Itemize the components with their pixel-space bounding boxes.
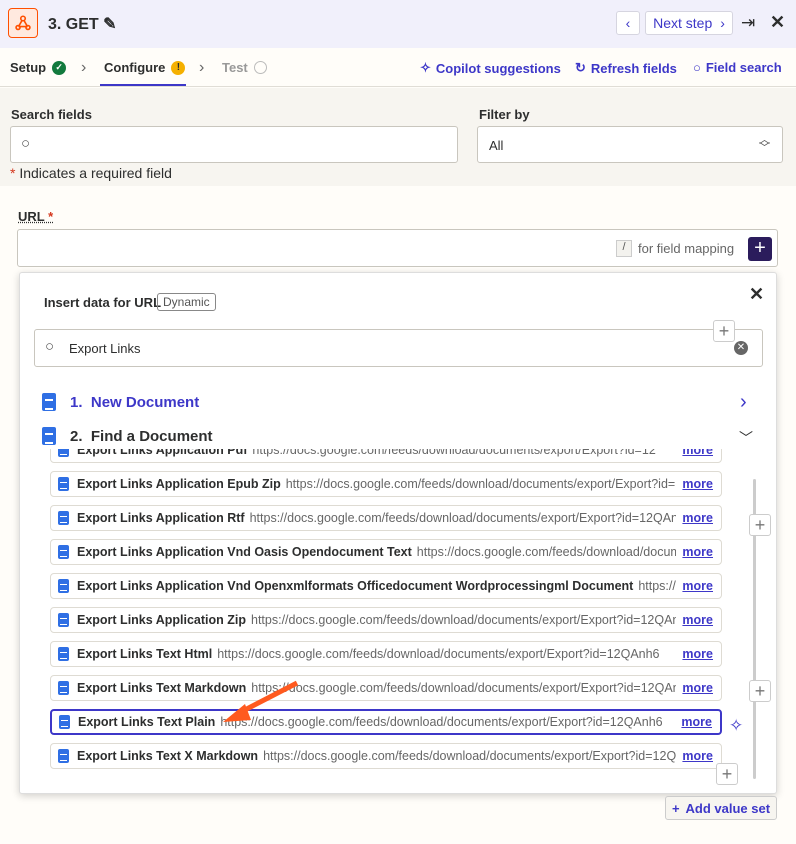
- search-icon: ○: [21, 135, 31, 152]
- chevron-right-icon: ›: [81, 59, 87, 76]
- tab-configure[interactable]: Configure!: [104, 60, 186, 75]
- more-link[interactable]: more: [682, 477, 713, 491]
- google-docs-icon: [59, 715, 70, 729]
- data-item-row[interactable]: Export Links Text Markdown https://docs.g…: [50, 675, 722, 701]
- chevron-down-icon[interactable]: ﹀: [739, 428, 753, 448]
- google-docs-icon: [42, 393, 56, 411]
- url-label: URL *: [18, 209, 54, 224]
- more-link[interactable]: more: [681, 715, 712, 729]
- data-item-row[interactable]: Export Links Application Vnd Openxmlform…: [50, 573, 722, 599]
- check-circle-icon: ✓: [52, 60, 67, 75]
- pencil-icon[interactable]: ✎: [103, 16, 116, 33]
- tab-setup[interactable]: Setup ✓: [10, 60, 67, 75]
- step-find-a-document[interactable]: 2. Find a Document: [42, 427, 213, 445]
- step-new-document[interactable]: 1. New Document: [42, 393, 199, 411]
- add-field-button[interactable]: +: [713, 320, 735, 342]
- step-header: 3. GET ✎ ‹ Next step › ⇥ ✕: [0, 0, 796, 48]
- more-link[interactable]: more: [682, 613, 713, 627]
- add-value-set-button[interactable]: + Add value set: [665, 796, 777, 820]
- chevron-right-icon: ›: [720, 15, 725, 31]
- filter-by-select[interactable]: All ︿ ﹀: [477, 126, 783, 163]
- data-item-row[interactable]: Export Links Text X Markdown https://docs…: [50, 743, 722, 769]
- plus-icon: +: [671, 800, 680, 816]
- data-item-row[interactable]: Export Links Text Plain https://docs.goog…: [50, 709, 722, 735]
- google-docs-icon: [58, 613, 69, 627]
- google-docs-icon: [58, 545, 69, 559]
- data-item-row[interactable]: Export Links Application Rtf https://docs…: [50, 505, 722, 531]
- field-search-button[interactable]: ○ Field search: [693, 60, 782, 75]
- add-field-button[interactable]: +: [716, 763, 738, 785]
- copilot-suggestions-button[interactable]: ✧ Copilot suggestions: [420, 60, 561, 76]
- data-items-list: Export Links Application Pdf https://docs…: [50, 449, 730, 779]
- data-item-row[interactable]: Export Links Application Vnd Oasis Opend…: [50, 539, 722, 565]
- more-link[interactable]: more: [682, 681, 713, 695]
- required-note: * Indicates a required field: [10, 165, 172, 181]
- clock-icon: [253, 61, 267, 74]
- sparkle-icon[interactable]: ✧: [729, 716, 743, 736]
- google-docs-icon: [58, 477, 69, 491]
- warning-icon: !: [171, 60, 186, 75]
- google-docs-icon: [58, 579, 69, 593]
- collapse-panel-icon[interactable]: ⇥: [741, 13, 755, 33]
- add-field-button[interactable]: +: [749, 514, 771, 536]
- google-docs-icon: [58, 449, 69, 457]
- previous-step-button[interactable]: ‹: [616, 11, 640, 35]
- more-link[interactable]: more: [682, 511, 713, 525]
- insert-data-button[interactable]: +: [748, 237, 772, 261]
- close-icon[interactable]: ✕: [749, 284, 764, 305]
- data-item-row[interactable]: Export Links Application Pdf https://docs…: [50, 449, 722, 463]
- sparkle-icon: ✧: [420, 60, 431, 75]
- google-docs-icon: [58, 647, 69, 661]
- chevron-right-icon: ›: [199, 59, 205, 76]
- more-link[interactable]: more: [682, 749, 713, 763]
- data-item-row[interactable]: Export Links Application Zip https://docs…: [50, 607, 722, 633]
- refresh-fields-button[interactable]: ↻ Refresh fields: [575, 60, 677, 76]
- close-icon[interactable]: ✕: [770, 12, 785, 33]
- search-icon: ○: [45, 338, 55, 355]
- google-docs-icon: [58, 511, 69, 525]
- data-item-row[interactable]: Export Links Application Epub Zip https:/…: [50, 471, 722, 497]
- more-link[interactable]: more: [682, 545, 713, 559]
- url-input[interactable]: / for field mapping +: [17, 229, 778, 267]
- filter-by-label: Filter by: [479, 107, 530, 122]
- more-link[interactable]: more: [682, 579, 713, 593]
- step-tabs: Setup ✓ › Configure! › Test ✧ Copilot sugg…: [0, 48, 796, 87]
- refresh-icon: ↻: [575, 60, 586, 75]
- google-docs-icon: [58, 681, 69, 695]
- search-panel: Search fields ○ Filter by All ︿ ﹀ * Indica…: [0, 88, 796, 186]
- google-docs-icon: [42, 427, 56, 445]
- more-link[interactable]: more: [682, 449, 713, 457]
- data-search-input[interactable]: ○ Export Links ✕: [34, 329, 763, 367]
- clear-search-icon[interactable]: ✕: [734, 341, 748, 355]
- google-docs-icon: [58, 749, 69, 763]
- tab-test[interactable]: Test: [222, 60, 267, 75]
- add-field-button[interactable]: +: [749, 680, 771, 702]
- popover-title: Insert data for URL: [44, 295, 162, 310]
- dynamic-badge: Dynamic: [157, 293, 216, 311]
- data-item-row[interactable]: Export Links Text Html https://docs.googl…: [50, 641, 722, 667]
- search-icon: ○: [693, 60, 701, 75]
- orange-arrow-annotation: [223, 680, 299, 722]
- search-fields-label: Search fields: [11, 107, 92, 122]
- next-step-button[interactable]: Next step ›: [645, 11, 733, 35]
- search-fields-input[interactable]: ○: [10, 126, 458, 163]
- chevron-right-icon[interactable]: ›: [740, 391, 747, 414]
- step-title[interactable]: 3. GET ✎: [48, 14, 117, 34]
- insert-data-popover: Insert data for URL Dynamic ✕ ○ Export L…: [19, 272, 777, 794]
- chevron-updown-icon: ︿ ﹀: [759, 134, 770, 154]
- active-tab-indicator: [100, 84, 186, 86]
- webhook-logo-icon: [8, 8, 38, 38]
- more-link[interactable]: more: [682, 647, 713, 661]
